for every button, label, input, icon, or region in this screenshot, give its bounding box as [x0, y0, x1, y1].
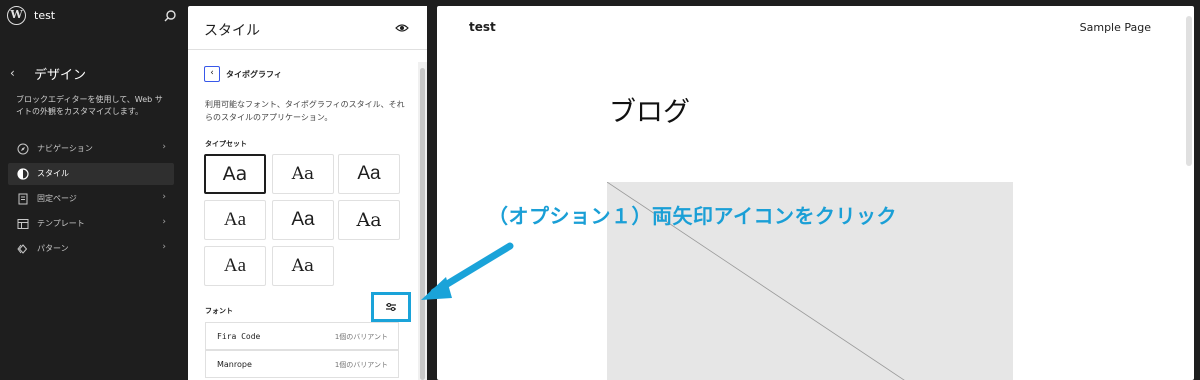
sidebar-item-label: パターン: [37, 244, 69, 253]
preview-heading: ブログ: [609, 97, 690, 128]
typeset-option[interactable]: Aa: [272, 246, 334, 286]
font-row-manrope[interactable]: Manrope 1個のバリアント: [205, 350, 399, 378]
typeset-option[interactable]: Aa: [204, 154, 266, 194]
wordpress-logo-icon[interactable]: W: [7, 6, 26, 25]
typography-back-button[interactable]: ‹: [204, 66, 220, 82]
sidebar-item-patterns[interactable]: パターン ›: [8, 238, 174, 260]
font-row-fira-code[interactable]: Fira Code 1個のバリアント: [205, 322, 399, 350]
chevron-right-icon: ›: [162, 242, 166, 252]
sidebar-item-label: 固定ページ: [37, 194, 77, 203]
typeset-option[interactable]: Aa: [272, 154, 334, 194]
typography-description: 利用可能なフォント、タイポグラフィのスタイル、それらのスタイルのアプリケーション…: [205, 100, 405, 122]
font-name: Fira Code: [217, 332, 261, 341]
chevron-right-icon: ›: [162, 217, 166, 227]
sidebar-item-label: テンプレート: [37, 219, 85, 228]
eye-icon[interactable]: [395, 23, 409, 33]
site-editor: W test ‹ デザイン ブロックエディターを使用して、Web サイトの外観を…: [0, 0, 1200, 380]
sidebar-item-label: スタイル: [37, 169, 69, 178]
search-icon[interactable]: [163, 9, 177, 23]
font-variant-count: 1個のバリアント: [334, 333, 388, 341]
preview-site-title[interactable]: test: [469, 20, 496, 34]
sidebar-description: ブロックエディターを使用して、Web サイトの外観をカスタマイズします。: [16, 95, 163, 116]
typeset-option[interactable]: Aa: [204, 246, 266, 286]
typeset-option[interactable]: Aa: [272, 200, 334, 240]
diamond-icon: [17, 244, 28, 254]
sidebar-title: デザイン: [34, 68, 87, 83]
compass-icon: [17, 143, 29, 155]
site-name[interactable]: test: [34, 9, 55, 22]
annotation-text: （オプション１）両矢印アイコンをクリック: [488, 204, 897, 228]
design-sidebar: W test ‹ デザイン ブロックエディターを使用して、Web サイトの外観を…: [0, 0, 186, 380]
back-chevron-icon[interactable]: ‹: [10, 66, 15, 80]
chevron-right-icon: ›: [162, 142, 166, 152]
page-icon: [18, 193, 28, 205]
chevron-right-icon: ›: [162, 192, 166, 202]
panel-scrollbar-thumb[interactable]: [420, 68, 425, 380]
sidebar-item-templates[interactable]: テンプレート ›: [8, 213, 174, 235]
typography-title: タイポグラフィ: [226, 70, 282, 79]
sidebar-item-label: ナビゲーション: [37, 144, 93, 153]
panel-header: スタイル: [188, 6, 427, 50]
preview-nav-link[interactable]: Sample Page: [1080, 21, 1151, 34]
font-variant-count: 1個のバリアント: [334, 361, 388, 369]
styles-panel: スタイル ‹ タイポグラフィ 利用可能なフォント、タイポグラフィのスタイル、それ…: [188, 6, 427, 380]
font-name: Manrope: [217, 360, 252, 369]
preview-scrollbar[interactable]: [1186, 16, 1192, 166]
half-circle-icon: [17, 168, 29, 180]
typeset-option[interactable]: Aa: [204, 200, 266, 240]
typeset-option[interactable]: Aa: [338, 154, 400, 194]
sidebar-item-styles[interactable]: スタイル: [8, 163, 174, 185]
typeset-option[interactable]: Aa: [338, 200, 400, 240]
sidebar-item-pages[interactable]: 固定ページ ›: [8, 188, 174, 210]
top-bar: W test: [0, 0, 186, 32]
sidebar-item-navigation[interactable]: ナビゲーション ›: [8, 138, 174, 160]
manage-fonts-button[interactable]: [371, 292, 411, 322]
layout-icon: [17, 219, 29, 229]
panel-title: スタイル: [204, 23, 260, 39]
two-way-arrow-icon: [386, 303, 396, 311]
fonts-label: フォント: [205, 307, 233, 315]
typesets-label: タイプセット: [205, 140, 247, 148]
site-preview[interactable]: test Sample Page ブログ: [437, 6, 1194, 380]
